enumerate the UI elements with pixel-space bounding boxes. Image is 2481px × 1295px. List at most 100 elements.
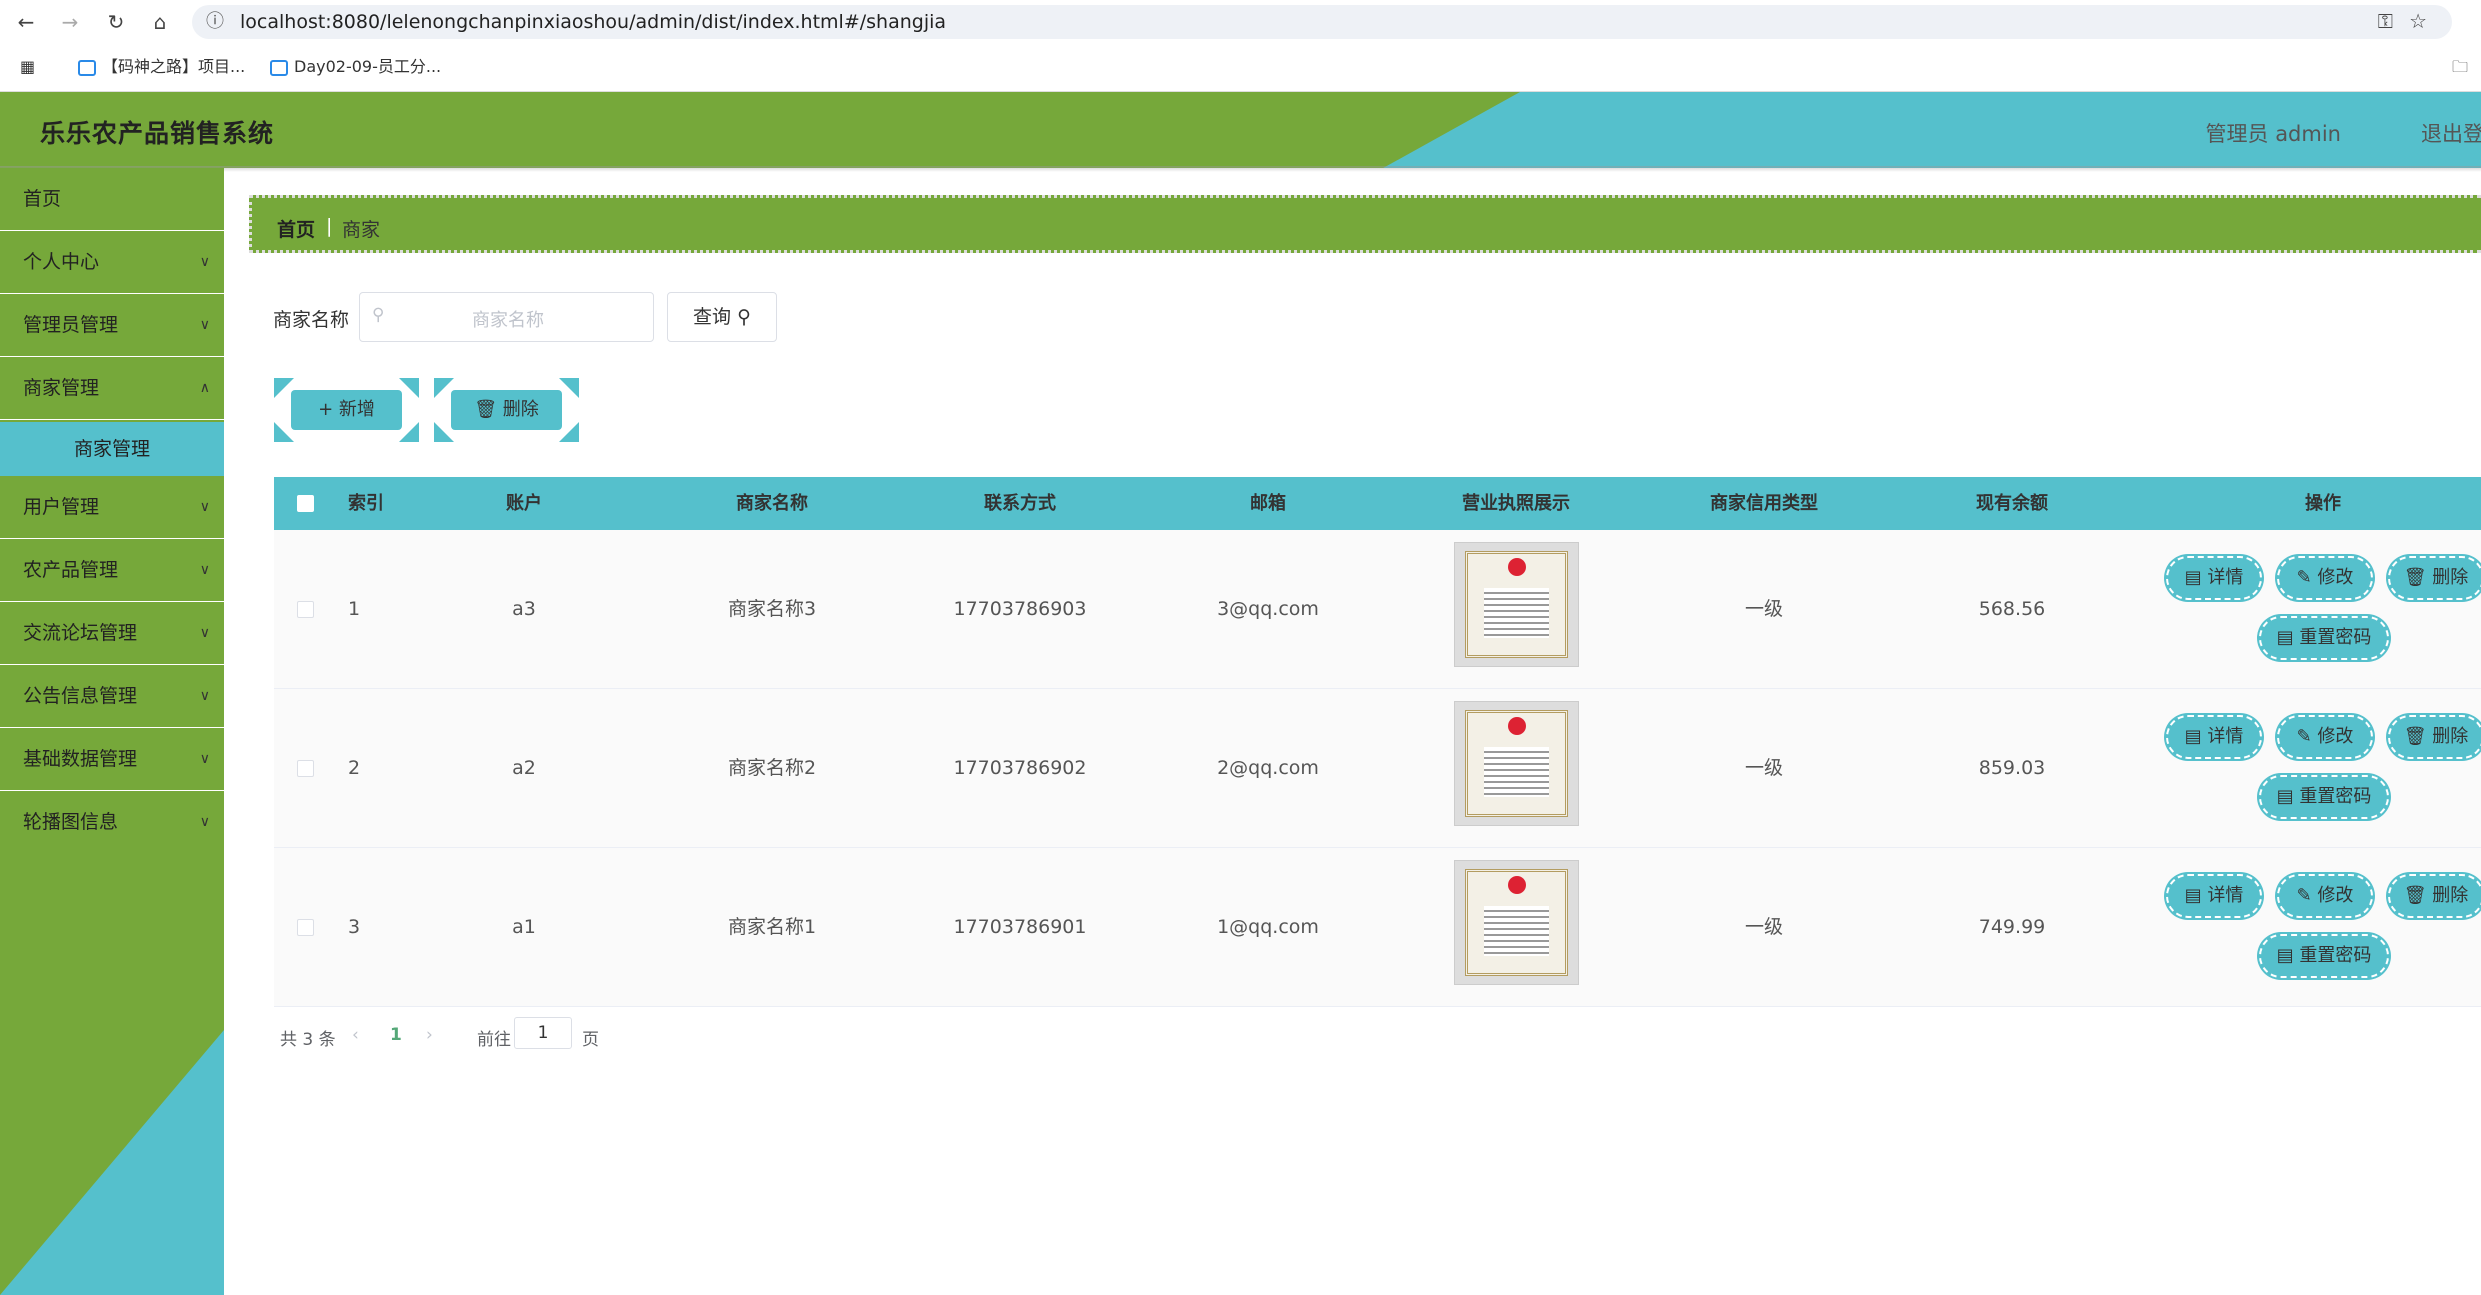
- cell-phone: 17703786902: [953, 757, 1087, 779]
- document-icon: ▤: [2276, 786, 2294, 807]
- sidebar-item-profile[interactable]: 个人中心 ∨: [0, 231, 224, 294]
- document-icon: ▤: [2276, 627, 2294, 648]
- edit-button[interactable]: ✎ 修改: [2277, 556, 2373, 600]
- reset-password-button[interactable]: ▤ 重置密码: [2259, 616, 2389, 660]
- pencil-icon: ✎: [2296, 726, 2312, 747]
- chevron-down-icon: ∨: [199, 499, 210, 515]
- bookmark-1[interactable]: 【码神之路】项目...: [78, 56, 245, 78]
- key-icon[interactable]: ⚿: [2378, 9, 2393, 33]
- forward-icon[interactable]: →: [58, 10, 82, 34]
- sidebar-item-basedata[interactable]: 基础数据管理 ∨: [0, 728, 224, 791]
- sidebar-item-home[interactable]: 首页: [0, 168, 224, 231]
- logout-button[interactable]: 退出登: [2421, 118, 2481, 148]
- col-email: 邮箱: [1250, 493, 1286, 514]
- sidebar-item-forum[interactable]: 交流论坛管理 ∨: [0, 602, 224, 665]
- cell-credit: 一级: [1744, 757, 1784, 779]
- cell-account: a2: [512, 757, 536, 779]
- col-name: 商家名称: [736, 493, 808, 514]
- trash-icon: 🗑: [2403, 726, 2427, 747]
- page-number[interactable]: 1: [390, 1025, 402, 1045]
- detail-button[interactable]: ▤ 详情: [2166, 556, 2262, 600]
- trash-icon: 🗑: [2403, 567, 2427, 588]
- row-checkbox[interactable]: [297, 760, 314, 777]
- goto-label: 前往: [477, 1030, 511, 1050]
- chevron-down-icon: ∨: [199, 814, 210, 830]
- edit-button[interactable]: ✎ 修改: [2277, 874, 2373, 918]
- table-row: 2 a2 商家名称2 17703786902 2@qq.com 一级 859.0…: [274, 689, 2481, 848]
- page-suffix: 页: [582, 1030, 599, 1050]
- url-text: localhost:8080/lelenongchanpinxiaoshou/a…: [240, 11, 947, 33]
- reload-icon[interactable]: ↻: [104, 10, 128, 34]
- sidebar-item-merchants[interactable]: 商家管理 ∧: [0, 357, 224, 420]
- bookmark-2[interactable]: Day02-09-员工分...: [270, 56, 441, 78]
- search-input[interactable]: ⚲ 商家名称: [359, 292, 654, 342]
- row-delete-button[interactable]: 🗑 删除: [2388, 556, 2481, 600]
- prev-page-icon[interactable]: ‹: [352, 1025, 359, 1045]
- search-label: 商家名称: [273, 309, 350, 331]
- table-row: 3 a1 商家名称1 17703786901 1@qq.com 一级 749.9…: [274, 848, 2481, 1007]
- cell-account: a1: [512, 916, 536, 938]
- chevron-down-icon: ∨: [199, 317, 210, 333]
- star-icon[interactable]: ☆: [2409, 9, 2427, 33]
- col-credit: 商家信用类型: [1710, 493, 1818, 514]
- pencil-icon: ✎: [2296, 567, 2312, 588]
- edit-button[interactable]: ✎ 修改: [2277, 715, 2373, 759]
- chevron-down-icon: ∨: [199, 254, 210, 270]
- home-icon[interactable]: ⌂: [148, 10, 172, 34]
- cell-balance: 568.56: [1978, 598, 2046, 620]
- reset-password-button[interactable]: ▤ 重置密码: [2259, 775, 2389, 819]
- detail-button[interactable]: ▤ 详情: [2166, 715, 2262, 759]
- chevron-up-icon: ∧: [199, 380, 210, 396]
- table-row: 1 a3 商家名称3 17703786903 3@qq.com 一级 568.5…: [274, 530, 2481, 689]
- cell-balance: 749.99: [1978, 916, 2046, 938]
- sidebar-item-admins[interactable]: 管理员管理 ∨: [0, 294, 224, 357]
- cell-email: 2@qq.com: [1217, 757, 1319, 779]
- cell-name: 商家名称2: [727, 757, 817, 779]
- row-delete-button[interactable]: 🗑 删除: [2388, 715, 2481, 759]
- search-icon: ⚲: [737, 306, 751, 328]
- current-user: 管理员 admin: [2205, 122, 2341, 146]
- delete-button[interactable]: 🗑 删除: [434, 378, 579, 442]
- cell-name: 商家名称3: [727, 598, 817, 620]
- address-bar[interactable]: ⓘ localhost:8080/lelenongchanpinxiaoshou…: [192, 5, 2452, 39]
- folder-icon[interactable]: 🗀: [2452, 56, 2468, 78]
- col-account: 账户: [506, 493, 542, 514]
- row-delete-button[interactable]: 🗑 删除: [2388, 874, 2481, 918]
- row-checkbox[interactable]: [297, 601, 314, 618]
- license-image[interactable]: [1454, 860, 1579, 985]
- plus-icon: +: [318, 399, 334, 420]
- sidebar-item-notices[interactable]: 公告信息管理 ∨: [0, 665, 224, 728]
- row-checkbox[interactable]: [297, 919, 314, 936]
- next-page-icon[interactable]: ›: [426, 1025, 433, 1045]
- breadcrumb-home[interactable]: 首页: [277, 215, 315, 242]
- cell-email: 1@qq.com: [1217, 916, 1319, 938]
- query-button[interactable]: 查询 ⚲: [667, 292, 777, 342]
- cell-index: 3: [347, 916, 361, 938]
- license-image[interactable]: [1454, 542, 1579, 667]
- col-license: 营业执照展示: [1462, 493, 1570, 514]
- document-icon: ▤: [2276, 945, 2294, 966]
- search-placeholder: 商家名称: [472, 310, 544, 331]
- document-icon: ▤: [2184, 885, 2202, 906]
- detail-button[interactable]: ▤ 详情: [2166, 874, 2262, 918]
- sidebar-subitem-merchant-manage[interactable]: 商家管理: [0, 422, 224, 476]
- select-all-checkbox[interactable]: [297, 495, 314, 512]
- sidebar: 首页 个人中心 ∨ 管理员管理 ∨ 商家管理 ∧ 商家管理 用户管理 ∨ 农产品管理 ∨ …: [0, 168, 224, 1295]
- sidebar-item-carousel[interactable]: 轮播图信息 ∨: [0, 791, 224, 854]
- cell-index: 1: [347, 598, 361, 620]
- breadcrumb: 首页 | 商家: [249, 195, 2481, 253]
- sidebar-item-products[interactable]: 农产品管理 ∨: [0, 539, 224, 602]
- system-title: 乐乐农产品销售系统: [40, 119, 275, 148]
- license-image[interactable]: [1454, 701, 1579, 826]
- cell-phone: 17703786903: [953, 598, 1087, 620]
- header-shadow: [0, 166, 2481, 172]
- sidebar-decoration: [0, 1030, 224, 1295]
- back-icon[interactable]: ←: [14, 10, 38, 34]
- apps-icon[interactable]: ▦: [20, 56, 35, 78]
- sidebar-item-users[interactable]: 用户管理 ∨: [0, 476, 224, 539]
- pagination-total: 共 3 条: [280, 1030, 336, 1050]
- site-info-icon[interactable]: ⓘ: [206, 5, 224, 39]
- add-button[interactable]: + 新增: [274, 378, 419, 442]
- page-jump-input[interactable]: 1: [514, 1017, 572, 1049]
- reset-password-button[interactable]: ▤ 重置密码: [2259, 934, 2389, 978]
